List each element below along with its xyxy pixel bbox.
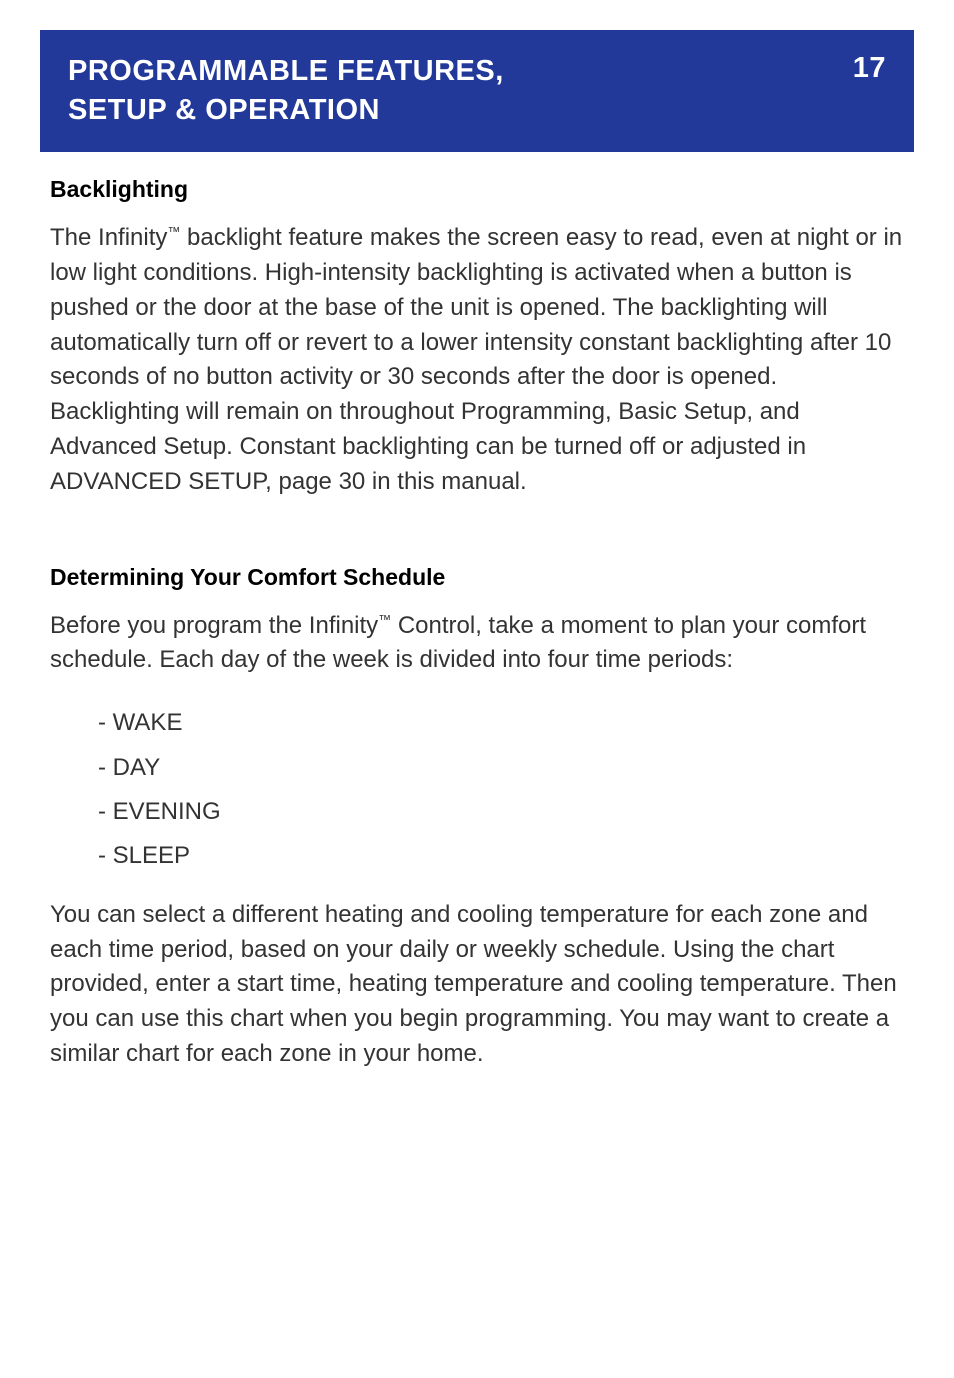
section-gap bbox=[50, 534, 904, 564]
list-item: - WAKE bbox=[98, 704, 904, 742]
header-title-line1: PROGRAMMABLE FEATURES, bbox=[68, 55, 504, 87]
schedule-intro-pre: Before you program the Infinity bbox=[50, 612, 378, 639]
backlighting-para-post: backlight feature makes the screen easy … bbox=[50, 224, 902, 495]
list-item: - DAY bbox=[98, 749, 904, 787]
backlighting-paragraph: The Infinity™ backlight feature makes th… bbox=[50, 221, 904, 499]
page-number: 17 bbox=[853, 52, 886, 85]
header-banner: PROGRAMMABLE FEATURES, SETUP & OPERATION… bbox=[40, 30, 914, 152]
schedule-periods-list: - WAKE - DAY - EVENING - SLEEP bbox=[98, 704, 904, 876]
backlighting-para-pre: The Infinity bbox=[50, 224, 167, 251]
header-title: PROGRAMMABLE FEATURES, SETUP & OPERATION bbox=[68, 52, 504, 130]
content: Backlighting The Infinity™ backlight fea… bbox=[40, 152, 914, 1072]
trademark-symbol: ™ bbox=[378, 612, 391, 627]
page: PROGRAMMABLE FEATURES, SETUP & OPERATION… bbox=[0, 0, 954, 1136]
header-title-line2: SETUP & OPERATION bbox=[68, 94, 380, 126]
list-item: - SLEEP bbox=[98, 837, 904, 875]
section-heading-backlighting: Backlighting bbox=[50, 176, 904, 203]
schedule-intro: Before you program the Infinity™ Control… bbox=[50, 609, 904, 679]
trademark-symbol: ™ bbox=[167, 224, 180, 239]
section-heading-schedule: Determining Your Comfort Schedule bbox=[50, 564, 904, 591]
schedule-outro: You can select a different heating and c… bbox=[50, 898, 904, 1072]
list-item: - EVENING bbox=[98, 793, 904, 831]
